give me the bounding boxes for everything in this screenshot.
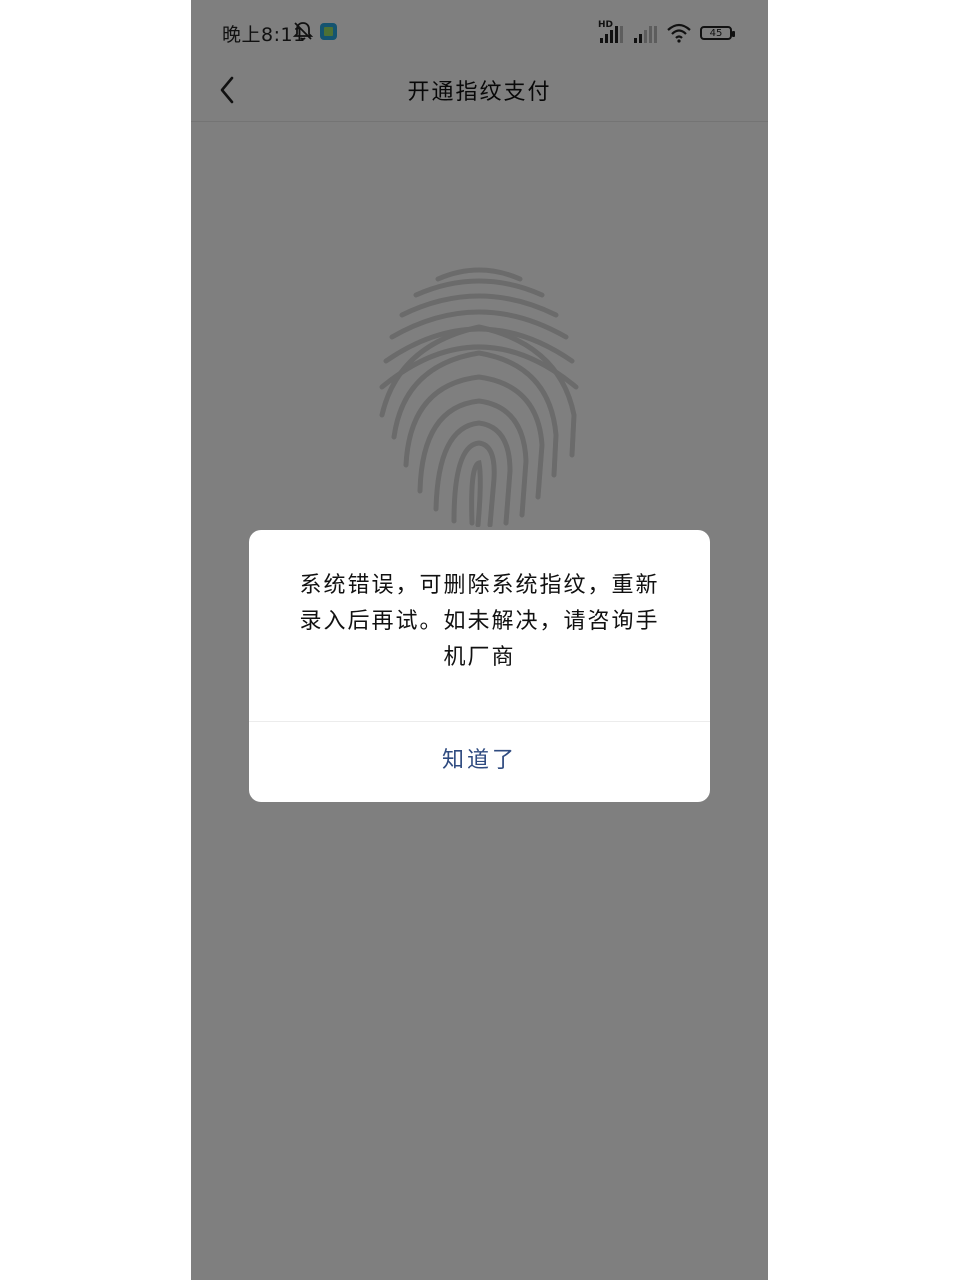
error-dialog: 系统错误，可删除系统指纹，重新录入后再试。如未解决，请咨询手机厂商 知道了: [249, 530, 710, 802]
phone-screen: 晚上8:11 HD: [191, 0, 768, 1280]
dialog-message: 系统错误，可删除系统指纹，重新录入后再试。如未解决，请咨询手机厂商: [299, 573, 660, 670]
got-it-button[interactable]: 知道了: [249, 722, 710, 802]
